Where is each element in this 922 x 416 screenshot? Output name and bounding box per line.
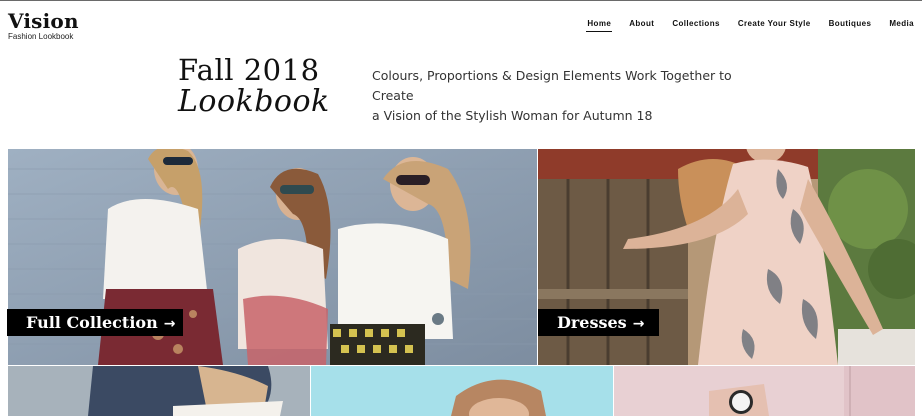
full-collection-button[interactable]: Full Collection → bbox=[7, 309, 183, 336]
nav-item-media[interactable]: Media bbox=[889, 19, 914, 32]
logo[interactable]: Vision Fashion Lookbook bbox=[8, 10, 79, 41]
nav-item-about[interactable]: About bbox=[629, 19, 654, 32]
nav-item-collections[interactable]: Collections bbox=[672, 19, 720, 32]
collection-photo-3 bbox=[8, 366, 310, 416]
full-collection-label: Full Collection bbox=[26, 313, 158, 332]
hero-title-line2: Lookbook bbox=[178, 84, 330, 119]
hero-tagline: Colours, Proportions & Design Elements W… bbox=[372, 66, 762, 126]
top-border bbox=[0, 0, 922, 1]
hero-title: Fall 2018 Lookbook bbox=[178, 54, 330, 118]
collection-tile-3[interactable] bbox=[8, 366, 310, 416]
hero-tagline-line1: Colours, Proportions & Design Elements W… bbox=[372, 68, 732, 103]
dresses-button[interactable]: Dresses → bbox=[538, 309, 659, 336]
arrow-right-icon: → bbox=[632, 316, 645, 332]
nav-item-home[interactable]: Home bbox=[586, 19, 613, 32]
collection-tile-5[interactable] bbox=[614, 366, 915, 416]
main-nav: Home About Collections Create Your Style… bbox=[569, 19, 914, 32]
hero-tagline-line2: a Vision of the Stylish Woman for Autumn… bbox=[372, 108, 653, 123]
nav-item-boutiques[interactable]: Boutiques bbox=[829, 19, 872, 32]
hero-title-line1: Fall 2018 bbox=[178, 53, 320, 87]
arrow-right-icon: → bbox=[163, 316, 176, 332]
logo-subtitle: Fashion Lookbook bbox=[8, 32, 74, 41]
logo-title: Vision bbox=[8, 9, 79, 33]
dresses-label: Dresses bbox=[557, 313, 627, 332]
collection-photo-5 bbox=[614, 366, 915, 416]
collection-photo-4 bbox=[311, 366, 613, 416]
collection-tile-4[interactable] bbox=[311, 366, 613, 416]
nav-item-create-your-style[interactable]: Create Your Style bbox=[738, 19, 811, 32]
